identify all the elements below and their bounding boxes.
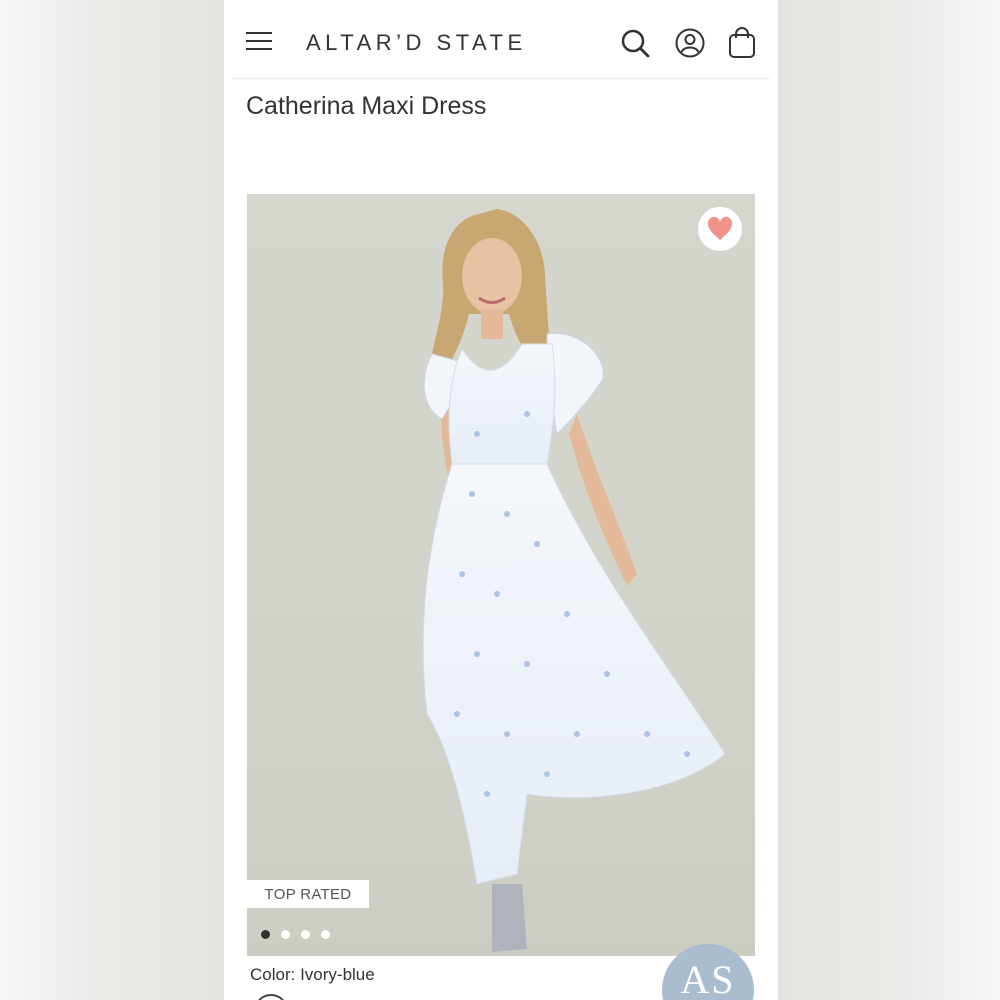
background-left [0, 0, 224, 1000]
favorite-button[interactable] [698, 207, 742, 251]
heart-icon [707, 217, 733, 240]
carousel-dot-2[interactable] [281, 930, 290, 939]
color-label: Color: Ivory-blue [250, 965, 375, 984]
carousel-dot-1[interactable] [261, 930, 270, 939]
hamburger-menu-icon[interactable] [246, 32, 272, 52]
site-header: ALTAR’D STATE [232, 0, 770, 79]
shopping-bag-icon[interactable] [725, 26, 759, 60]
product-image[interactable]: TOP RATED [247, 194, 755, 956]
carousel-dot-3[interactable] [301, 930, 310, 939]
as-badge-text: AS [680, 957, 736, 1000]
color-swatch[interactable] [254, 994, 288, 1000]
search-icon[interactable] [618, 26, 652, 60]
brand-logo[interactable]: ALTAR’D STATE [306, 30, 527, 56]
background-right [778, 0, 1000, 1000]
account-icon[interactable] [673, 26, 707, 60]
image-carousel-dots [261, 930, 330, 939]
top-rated-badge: TOP RATED [247, 880, 369, 908]
product-title: Catherina Maxi Dress [246, 92, 487, 120]
model-illustration [422, 209, 726, 952]
mobile-screen: ALTAR’D STATE Catherina Maxi Dress TOP R… [224, 0, 778, 1000]
carousel-dot-4[interactable] [321, 930, 330, 939]
